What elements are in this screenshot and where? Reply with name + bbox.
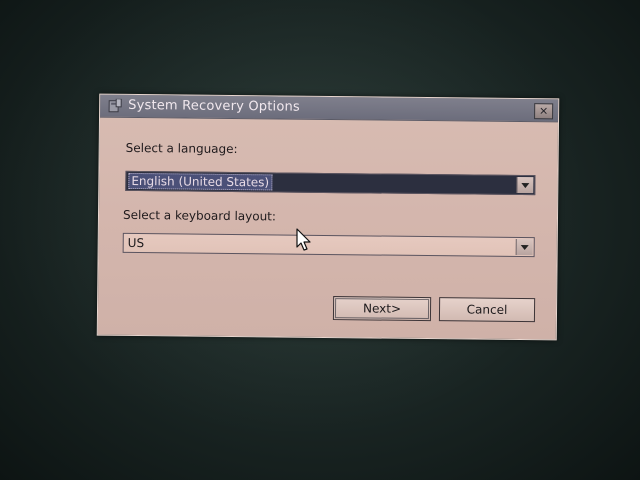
language-selected-value: English (United States) <box>128 172 273 191</box>
close-button[interactable]: × <box>534 103 554 120</box>
mouse-pointer-icon <box>296 228 311 251</box>
next-button[interactable]: Next> <box>332 296 432 322</box>
chevron-down-icon[interactable] <box>516 176 534 194</box>
cancel-button[interactable]: Cancel <box>438 297 536 323</box>
chevron-down-icon[interactable] <box>515 238 533 256</box>
language-label: Select a language: <box>125 140 238 157</box>
recovery-dialog: System Recovery Options × Select a langu… <box>96 93 560 341</box>
window-title: System Recovery Options <box>128 97 301 115</box>
recovery-window-icon <box>108 98 122 113</box>
close-icon: × <box>538 104 549 118</box>
language-dropdown[interactable]: English (United States) <box>125 170 536 196</box>
keyboard-layout-dropdown[interactable]: US <box>122 232 535 258</box>
title-bar[interactable]: System Recovery Options × <box>100 94 559 123</box>
keyboard-selected-value: US <box>127 235 145 251</box>
keyboard-layout-label: Select a keyboard layout: <box>122 207 277 224</box>
